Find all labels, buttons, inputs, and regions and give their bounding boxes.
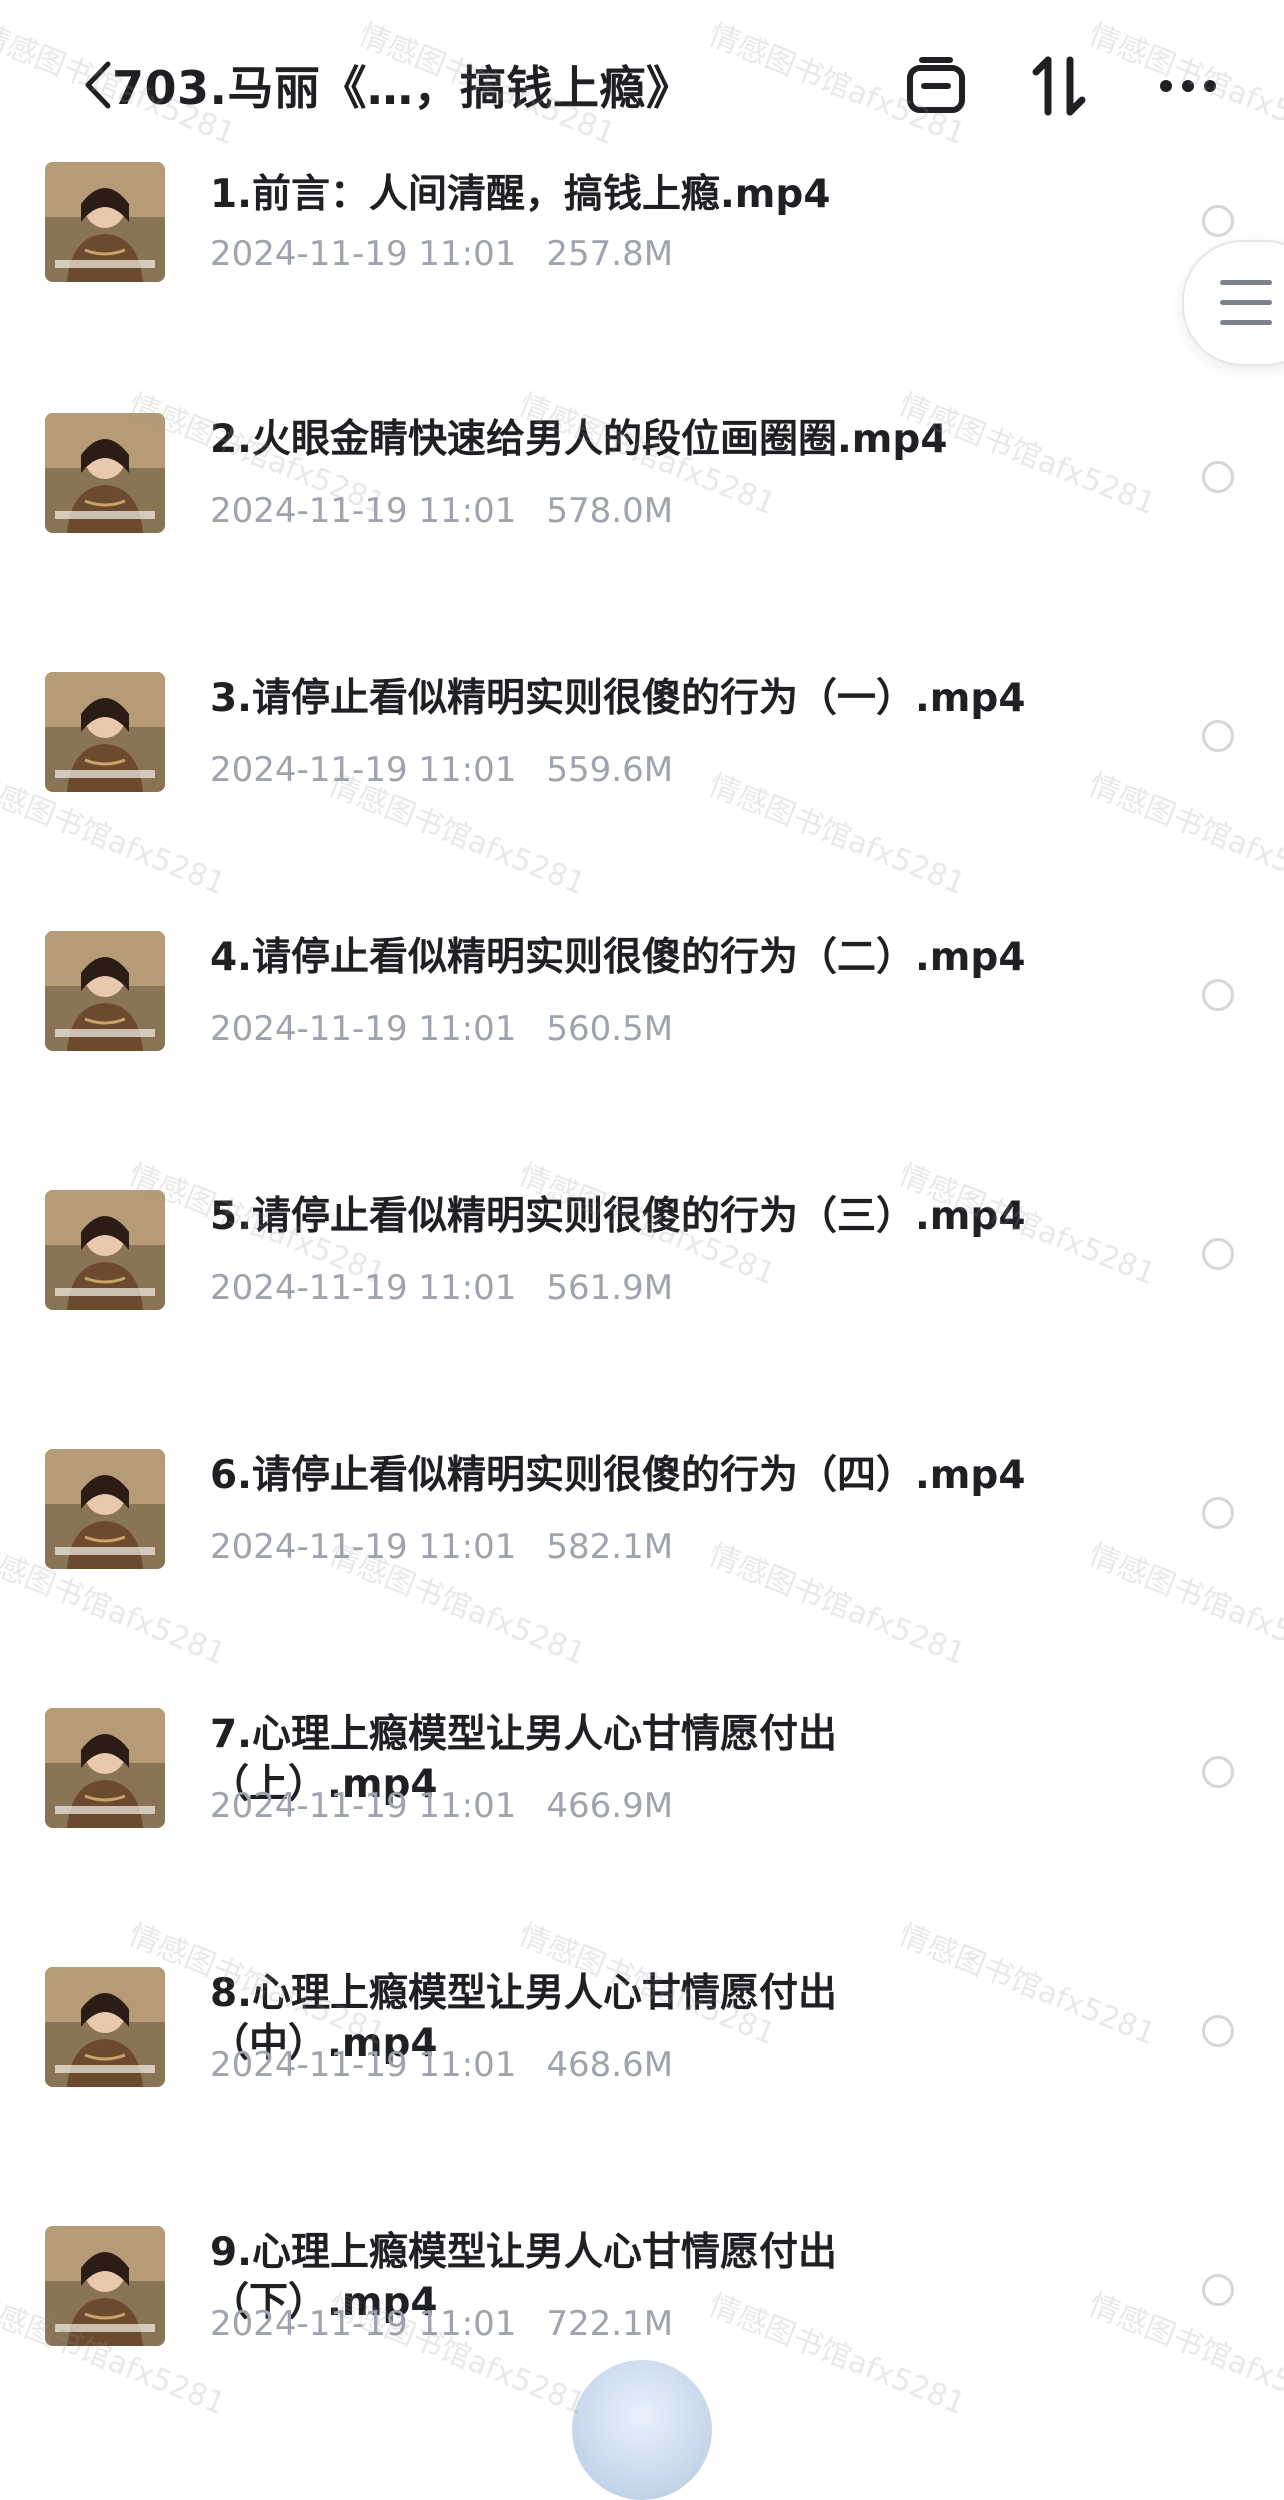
back-chevron-icon[interactable] [80, 58, 116, 112]
select-radio[interactable] [1202, 461, 1234, 493]
file-size: 578.0M [546, 491, 674, 531]
file-size: 560.5M [546, 1009, 674, 1049]
select-radio[interactable] [1202, 2274, 1234, 2306]
file-size: 559.6M [546, 750, 674, 790]
file-meta: 2024-11-19 11:01 257.8M [210, 234, 673, 274]
video-thumbnail [45, 1190, 165, 1310]
file-meta: 2024-11-19 11:01 578.0M [210, 491, 673, 531]
window-icon[interactable] [900, 50, 972, 122]
file-date: 2024-11-19 11:01 [210, 1268, 517, 1308]
file-date: 2024-11-19 11:01 [210, 750, 517, 790]
video-thumbnail [45, 2226, 165, 2346]
video-thumbnail [45, 162, 165, 282]
select-radio[interactable] [1202, 205, 1234, 237]
select-radio[interactable] [1202, 979, 1234, 1011]
file-size: 466.9M [546, 1786, 674, 1826]
video-thumbnail [45, 1967, 165, 2087]
file-row[interactable]: 2.火眼金睛快速给男人的段位画圈圈.mp4 2024-11-19 11:01 578… [0, 391, 1284, 650]
file-date: 2024-11-19 11:01 [210, 1786, 517, 1826]
menu-line-icon [1220, 280, 1272, 285]
file-date: 2024-11-19 11:01 [210, 1009, 517, 1049]
select-radio[interactable] [1202, 720, 1234, 752]
file-size: 722.1M [546, 2304, 674, 2344]
file-name: 1.前言：人间清醒，搞钱上瘾.mp4 [210, 172, 831, 217]
menu-line-icon [1220, 320, 1272, 325]
file-size: 257.8M [546, 234, 674, 274]
file-row[interactable]: 5.请停止看似精明实则很傻的行为（三）.mp4 2024-11-19 11:01 5… [0, 1168, 1284, 1427]
file-size: 582.1M [546, 1527, 674, 1567]
select-radio[interactable] [1202, 1497, 1234, 1529]
file-meta: 2024-11-19 11:01 560.5M [210, 1009, 673, 1049]
file-name: 2.火眼金睛快速给男人的段位画圈圈.mp4 [210, 417, 948, 462]
menu-line-icon [1220, 300, 1272, 305]
file-date: 2024-11-19 11:01 [210, 2304, 517, 2344]
select-radio[interactable] [1202, 2015, 1234, 2047]
file-date: 2024-11-19 11:01 [210, 1527, 517, 1567]
file-meta: 2024-11-19 11:01 468.6M [210, 2045, 673, 2085]
file-row[interactable]: 3.请停止看似精明实则很傻的行为（一）.mp4 2024-11-19 11:01 5… [0, 650, 1284, 909]
video-thumbnail [45, 1708, 165, 1828]
sort-icon[interactable] [1024, 50, 1096, 122]
video-thumbnail [45, 413, 165, 533]
file-date: 2024-11-19 11:01 [210, 234, 517, 274]
video-thumbnail [45, 1449, 165, 1569]
file-row[interactable]: 1.前言：人间清醒，搞钱上瘾.mp4 2024-11-19 11:01 257.8M [0, 158, 1284, 417]
file-name: 6.请停止看似精明实则很傻的行为（四）.mp4 [210, 1453, 1026, 1498]
video-thumbnail [45, 672, 165, 792]
more-icon[interactable] [1152, 50, 1224, 122]
top-bar: 703.马丽《…，搞钱上瘾》 [0, 0, 1284, 160]
select-radio[interactable] [1202, 1756, 1234, 1788]
file-meta: 2024-11-19 11:01 466.9M [210, 1786, 673, 1826]
file-row[interactable]: 6.请停止看似精明实则很傻的行为（四）.mp4 2024-11-19 11:01 5… [0, 1427, 1284, 1686]
file-meta: 2024-11-19 11:01 582.1M [210, 1527, 673, 1567]
file-row[interactable]: 4.请停止看似精明实则很傻的行为（二）.mp4 2024-11-19 11:01 5… [0, 909, 1284, 1168]
file-name: 3.请停止看似精明实则很傻的行为（一）.mp4 [210, 676, 1026, 721]
file-date: 2024-11-19 11:01 [210, 491, 517, 531]
file-date: 2024-11-19 11:01 [210, 2045, 517, 2085]
file-name: 5.请停止看似精明实则很傻的行为（三）.mp4 [210, 1194, 1026, 1239]
file-name: 4.请停止看似精明实则很傻的行为（二）.mp4 [210, 935, 1026, 980]
file-meta: 2024-11-19 11:01 722.1M [210, 2304, 673, 2344]
select-radio[interactable] [1202, 1238, 1234, 1270]
file-row[interactable]: 8.心理上瘾模型让男人心甘情愿付出（中）.mp4 2024-11-19 11:01… [0, 1945, 1284, 2204]
floating-assistant-icon[interactable] [572, 2360, 712, 2500]
file-meta: 2024-11-19 11:01 561.9M [210, 1268, 673, 1308]
file-meta: 2024-11-19 11:01 559.6M [210, 750, 673, 790]
file-row[interactable]: 7.心理上瘾模型让男人心甘情愿付出（上）.mp4 2024-11-19 11:01… [0, 1686, 1284, 1945]
file-size: 561.9M [546, 1268, 674, 1308]
video-thumbnail [45, 931, 165, 1051]
file-size: 468.6M [546, 2045, 674, 2085]
folder-title: 703.马丽《…，搞钱上瘾》 [112, 61, 693, 115]
